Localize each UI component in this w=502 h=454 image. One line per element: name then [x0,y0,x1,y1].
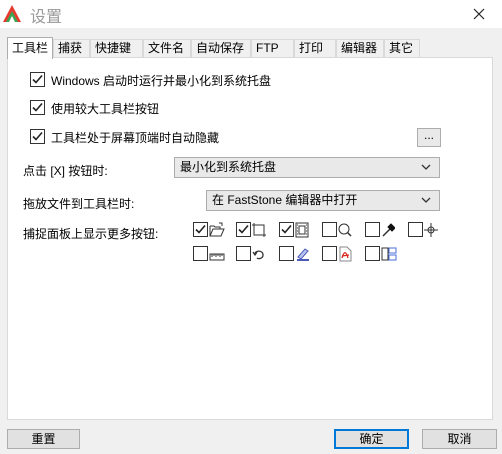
cancel-button[interactable]: 取消 [422,429,497,449]
tab-ftp[interactable]: FTP [251,39,294,58]
open-folder-icon [209,222,225,237]
tab-hotkeys[interactable]: 快捷键 [90,39,143,58]
reset-button[interactable]: 重置 [7,429,80,449]
checkmark-icon [32,131,43,141]
checkmark-icon [238,224,249,234]
undo-arrow-icon [252,250,264,260]
title-bar: 设置 [0,0,502,28]
magnifier-icon [338,223,352,237]
checkmark-icon [281,224,292,234]
option-minimize-on-startup-label: Windows 启动时运行并最小化到系统托盘 [51,74,272,88]
click-x-value: 最小化到系统托盘 [180,160,277,174]
tab-filename[interactable]: 文件名 [143,39,191,58]
checkmark-icon [195,224,206,234]
option-autohide-checkbox[interactable] [30,129,45,144]
capture-btn-colorpicker-checkbox[interactable] [365,222,380,237]
click-x-label: 点击 [X] 按钮时: [23,164,108,178]
capture-btn-open-checkbox[interactable] [193,222,208,237]
rectangle-region-icon [252,223,266,237]
tab-capture[interactable]: 捕获 [53,39,90,58]
tab-other[interactable]: 其它 [384,39,420,58]
capture-btn-compare-checkbox[interactable] [365,246,380,261]
option-minimize-on-startup-checkbox[interactable] [30,72,45,87]
capture-btn-ruler-checkbox[interactable] [193,246,208,261]
checkmark-icon [32,74,43,84]
crosshair-icon [424,223,438,237]
close-button[interactable] [456,0,502,28]
capture-btn-rect-checkbox[interactable] [236,222,251,237]
checkmark-icon [32,102,43,112]
draw-icon [297,248,309,261]
capture-panel-label: 捕捉面板上显示更多按钮: [23,227,159,241]
pdf-icon [339,246,352,262]
capture-btn-video-checkbox[interactable] [279,222,294,237]
capture-btn-draw-checkbox[interactable] [279,246,294,261]
color-picker-icon [382,223,395,237]
drag-files-select[interactable]: 在 FastStone 编辑器中打开 [206,190,440,211]
drag-files-label: 拖放文件到工具栏时: [23,197,135,211]
chevron-down-icon [421,164,431,170]
ok-button[interactable]: 确定 [334,429,409,449]
tab-autosave[interactable]: 自动保存 [191,39,251,58]
capture-btn-magnifier-checkbox[interactable] [322,222,337,237]
screen-compare-icon [381,247,397,261]
chevron-down-icon [421,197,431,203]
toolbar-settings-panel: Windows 启动时运行并最小化到系统托盘 使用较大工具栏按钮 工具栏处于屏幕… [7,57,493,420]
tab-toolbar[interactable]: 工具栏 [7,37,53,59]
autohide-options-button[interactable]: ... [417,128,441,147]
option-large-buttons-label: 使用较大工具栏按钮 [51,102,160,116]
drag-files-value: 在 FastStone 编辑器中打开 [212,193,358,207]
option-autohide-label: 工具栏处于屏幕顶端时自动隐藏 [51,131,220,145]
faststone-logo-icon [3,5,21,22]
window-title: 设置 [30,9,63,26]
film-strip-icon [295,222,309,238]
click-x-select[interactable]: 最小化到系统托盘 [174,157,440,178]
capture-btn-pdf-checkbox[interactable] [322,246,337,261]
capture-btn-crosshair-checkbox[interactable] [408,222,423,237]
tab-print[interactable]: 打印 [294,39,336,58]
option-large-buttons-checkbox[interactable] [30,100,45,115]
ruler-icon [209,253,225,261]
tab-editor[interactable]: 编辑器 [336,39,384,58]
capture-btn-undo-checkbox[interactable] [236,246,251,261]
close-icon [473,8,485,20]
